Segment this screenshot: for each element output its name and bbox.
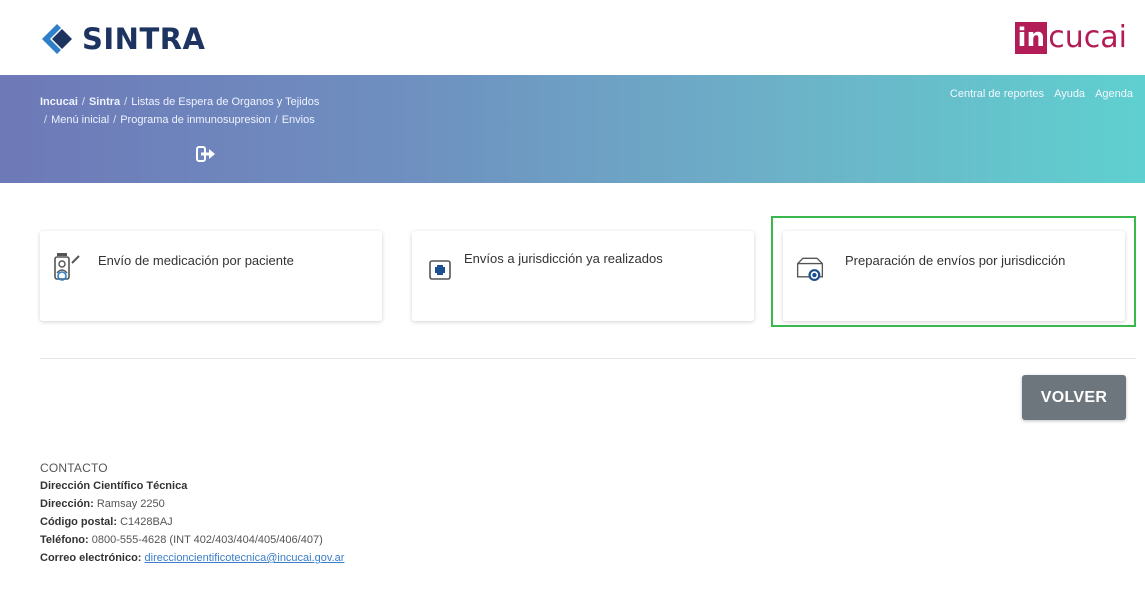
footer-postal-label: Código postal: bbox=[40, 516, 117, 528]
breadcrumb-item-listas[interactable]: Listas de Espera de Organos y Tejidos bbox=[131, 96, 319, 108]
page-footer: CONTACTO Dirección Científico Técnica Di… bbox=[0, 443, 1145, 589]
footer-phone-value: 0800-555-4628 (INT 402/403/404/405/406/4… bbox=[91, 534, 323, 546]
footer-org: Dirección Científico Técnica bbox=[40, 480, 188, 492]
package-search-icon bbox=[796, 257, 824, 282]
page-header: SINTRA in cucai bbox=[0, 0, 1145, 75]
medication-user-icon bbox=[54, 253, 80, 281]
footer-phone: Teléfono: 0800-555-4628 (INT 402/403/404… bbox=[40, 531, 344, 549]
footer-address: Dirección: Ramsay 2250 bbox=[40, 495, 344, 513]
topnav-ayuda[interactable]: Ayuda bbox=[1054, 88, 1085, 100]
card-envio-medicacion[interactable]: Envío de medicación por paciente bbox=[40, 231, 382, 321]
footer-title: CONTACTO bbox=[40, 461, 108, 475]
breadcrumb-item-sintra[interactable]: Sintra bbox=[89, 96, 120, 108]
incucai-logo-mark: in bbox=[1015, 21, 1048, 54]
topnav-central-reportes[interactable]: Central de reportes bbox=[950, 88, 1044, 100]
footer-email-link[interactable]: direccioncientificotecnica@incucai.gov.a… bbox=[145, 552, 345, 564]
breadcrumb-item-incucai[interactable]: Incucai bbox=[40, 96, 78, 108]
footer-phone-label: Teléfono: bbox=[40, 534, 89, 546]
medical-box-icon bbox=[429, 260, 451, 280]
card-label: Preparación de envíos por jurisdicción bbox=[845, 253, 1066, 268]
breadcrumb-item-programa[interactable]: Programa de inmunosupresion bbox=[120, 114, 270, 126]
nav-banner: Incucai / Sintra / Listas de Espera de Organ… bbox=[0, 75, 1145, 183]
sintra-logo-icon bbox=[42, 24, 72, 54]
card-preparacion-envios[interactable]: Preparación de envíos por jurisdicción bbox=[783, 231, 1125, 321]
card-envios-realizados[interactable]: Envíos a jurisdicción ya realizados bbox=[412, 231, 754, 321]
incucai-logo[interactable]: in cucai bbox=[1015, 20, 1127, 55]
footer-email: Correo electrónico: direccioncientificot… bbox=[40, 549, 344, 567]
footer-address-value: Ramsay 2250 bbox=[96, 498, 165, 510]
footer-email-label: Correo electrónico: bbox=[40, 552, 142, 564]
section-divider bbox=[40, 358, 1136, 359]
footer-postal: Código postal: C1428BAJ bbox=[40, 513, 344, 531]
breadcrumb: Incucai / Sintra / Listas de Espera de Organ… bbox=[40, 96, 320, 126]
volver-button[interactable]: VOLVER bbox=[1022, 375, 1126, 420]
card-label: Envío de medicación por paciente bbox=[98, 253, 294, 268]
topnav-agenda[interactable]: Agenda bbox=[1095, 88, 1133, 100]
footer-address-label: Dirección: bbox=[40, 498, 94, 510]
breadcrumb-item-menu[interactable]: Menú inicial bbox=[51, 114, 109, 126]
sintra-logo[interactable]: SINTRA bbox=[40, 22, 206, 56]
incucai-logo-text: cucai bbox=[1048, 20, 1127, 55]
footer-postal-value: C1428BAJ bbox=[120, 516, 173, 528]
logout-icon[interactable] bbox=[195, 145, 217, 163]
breadcrumb-item-current: Envios bbox=[281, 114, 315, 126]
menu-cards: Envío de medicación por paciente Envíos … bbox=[0, 183, 1145, 358]
card-label: Envíos a jurisdicción ya realizados bbox=[464, 251, 663, 266]
sintra-logo-text: SINTRA bbox=[82, 22, 206, 56]
top-nav: Central de reportes Ayuda Agenda bbox=[950, 88, 1133, 100]
